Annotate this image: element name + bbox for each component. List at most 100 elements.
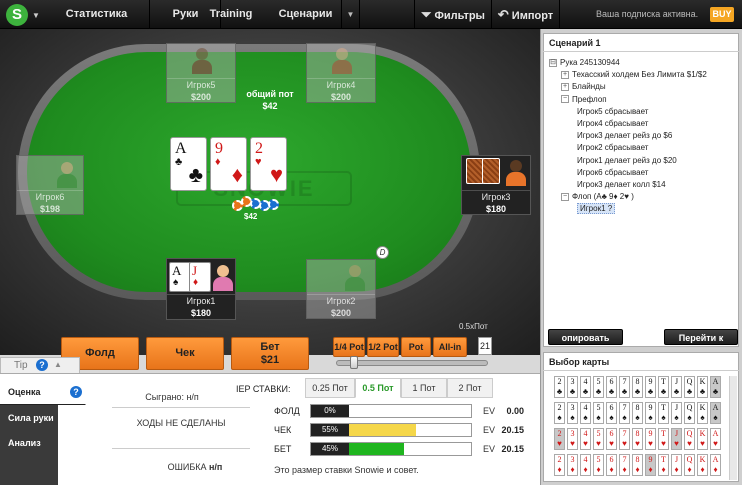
card-picker-cell[interactable]: 5 ♥ — [593, 428, 604, 450]
half-pot-button[interactable]: 1/2 Pot — [367, 337, 399, 357]
card-picker-cell[interactable]: 4 ♣ — [580, 376, 591, 398]
card-picker-cell[interactable]: 2 ♣ — [554, 376, 565, 398]
nav-stats-button[interactable]: Статистика — [44, 0, 150, 29]
card-picker-cell[interactable]: 2 ♦ — [554, 454, 565, 476]
tip-help-icon[interactable]: ? — [36, 359, 48, 371]
card-picker-cell[interactable]: A ♣ — [710, 376, 721, 398]
card-picker-cell[interactable]: T ♠ — [658, 402, 669, 424]
tree-node[interactable]: Игрок2 сбрасывает — [573, 142, 648, 154]
card-picker-cell[interactable]: K ♥ — [697, 428, 708, 450]
tree-expand-toggle-icon[interactable]: − — [561, 95, 569, 104]
tree-node[interactable]: + Техасский холдем Без Лимита $1/$2 — [561, 69, 707, 81]
card-picker-cell[interactable]: J ♠ — [671, 402, 682, 424]
tree-node[interactable]: ⊟ Рука 245130944 — [549, 57, 620, 69]
card-picker-cell[interactable]: K ♠ — [697, 402, 708, 424]
seat-player6[interactable]: Игрок6 $198 — [16, 155, 84, 215]
card-picker-cell[interactable]: K ♣ — [697, 376, 708, 398]
tree-node[interactable]: Игрок6 сбрасывает — [573, 167, 648, 179]
card-picker-cell[interactable]: 6 ♠ — [606, 402, 617, 424]
card-picker-cell[interactable]: 2 ♠ — [554, 402, 565, 424]
card-picker-cell[interactable]: A ♥ — [710, 428, 721, 450]
stake-tab-0.5[interactable]: 0.5 Пот — [355, 378, 401, 398]
card-picker-cell[interactable]: 5 ♣ — [593, 376, 604, 398]
stake-tab-0.25[interactable]: 0.25 Пот — [305, 378, 355, 398]
card-picker-cell[interactable]: 8 ♥ — [632, 428, 643, 450]
stake-tab-2[interactable]: 2 Пот — [447, 378, 493, 398]
buy-button[interactable]: BUY — [710, 7, 734, 22]
quarter-pot-button[interactable]: 1/4 Pot — [333, 337, 365, 357]
tip-collapse-caret-icon[interactable]: ▲ — [54, 360, 62, 369]
card-picker-cell[interactable]: 8 ♦ — [632, 454, 643, 476]
card-picker-cell[interactable]: 6 ♥ — [606, 428, 617, 450]
card-picker-cell[interactable]: 9 ♣ — [645, 376, 656, 398]
nav-training-button[interactable]: Training — [196, 0, 266, 29]
bet-amount-input[interactable]: 21 — [478, 337, 492, 355]
card-picker-cell[interactable]: 3 ♣ — [567, 376, 578, 398]
card-picker-cell[interactable]: 3 ♥ — [567, 428, 578, 450]
card-picker-cell[interactable]: J ♦ — [671, 454, 682, 476]
go-to-hands-button[interactable]: Перейти к рукам — [664, 329, 738, 359]
tree-node[interactable]: − Флоп (A♣ 9♦ 2♥ ) — [561, 191, 634, 203]
seat-player3[interactable]: Игрок3 $180 — [461, 155, 531, 215]
card-picker-cell[interactable]: A ♦ — [710, 454, 721, 476]
check-button[interactable]: Чек — [146, 337, 224, 370]
card-picker-cell[interactable]: 5 ♠ — [593, 402, 604, 424]
seat-player1-hero[interactable]: A ♠ J ♦ Игрок1 $180 — [166, 258, 236, 320]
card-picker-cell[interactable]: 3 ♦ — [567, 454, 578, 476]
card-picker-cell[interactable]: 7 ♥ — [619, 428, 630, 450]
card-picker-cell[interactable]: K ♦ — [697, 454, 708, 476]
tree-node[interactable]: − Префлоп — [561, 94, 607, 106]
filters-button[interactable]: ⏷ Фильтры — [414, 0, 492, 29]
tree-node[interactable]: Игрок1 ? — [573, 203, 616, 215]
bet-button[interactable]: Бет $21 — [231, 337, 309, 370]
tree-node[interactable]: Игрок3 делает колл $14 — [573, 179, 666, 191]
card-picker-cell[interactable]: J ♥ — [671, 428, 682, 450]
card-picker-cell[interactable]: 7 ♣ — [619, 376, 630, 398]
rating-help-icon[interactable]: ? — [70, 386, 82, 398]
card-picker-cell[interactable]: 4 ♦ — [580, 454, 591, 476]
card-picker-cell[interactable]: Q ♠ — [684, 402, 695, 424]
card-picker-cell[interactable]: 9 ♠ — [645, 402, 656, 424]
card-picker-cell[interactable]: 5 ♦ — [593, 454, 604, 476]
tree-node[interactable]: Игрок4 сбрасывает — [573, 118, 648, 130]
card-picker-cell[interactable]: 6 ♦ — [606, 454, 617, 476]
card-picker-cell[interactable]: A ♠ — [710, 402, 721, 424]
copy-scenario-button[interactable]: опировать сценари — [548, 329, 623, 359]
pot-button[interactable]: Pot — [401, 337, 431, 357]
bet-size-slider-handle[interactable] — [350, 356, 359, 369]
card-picker-cell[interactable]: J ♣ — [671, 376, 682, 398]
tree-expand-toggle-icon[interactable]: + — [561, 71, 569, 80]
card-picker-cell[interactable]: 4 ♥ — [580, 428, 591, 450]
card-picker-cell[interactable]: 6 ♣ — [606, 376, 617, 398]
tree-node[interactable]: Игрок5 сбрасывает — [573, 106, 648, 118]
card-picker-cell[interactable]: Q ♦ — [684, 454, 695, 476]
seat-player5[interactable]: Игрок5 $200 — [166, 43, 236, 103]
seat-player4[interactable]: Игрок4 $200 — [306, 43, 376, 103]
scenarios-dropdown-caret-icon[interactable]: ▼ — [342, 0, 360, 29]
import-button[interactable]: ↶ Импорт — [492, 0, 560, 29]
tree-node[interactable]: Игрок3 делает рейз до $6 — [573, 130, 672, 142]
card-picker-cell[interactable]: 9 ♥ — [645, 428, 656, 450]
seat-player2[interactable]: Игрок2 $200 — [306, 259, 376, 319]
tab-game-analysis[interactable]: Анализ игры — [0, 430, 58, 474]
nav-scenarios-button[interactable]: Сценарии — [270, 0, 342, 29]
card-picker-cell[interactable]: 4 ♠ — [580, 402, 591, 424]
card-picker-cell[interactable]: Q ♣ — [684, 376, 695, 398]
card-picker-cell[interactable]: T ♥ — [658, 428, 669, 450]
card-picker-cell[interactable]: T ♣ — [658, 376, 669, 398]
allin-button[interactable]: All-in — [433, 337, 467, 357]
card-picker-cell[interactable]: 8 ♣ — [632, 376, 643, 398]
card-picker-cell[interactable]: T ♦ — [658, 454, 669, 476]
card-picker-cell[interactable]: 9 ♦ — [645, 454, 656, 476]
card-picker-cell[interactable]: Q ♥ — [684, 428, 695, 450]
card-picker-scrollbar[interactable] — [729, 376, 737, 480]
tab-hand-strength[interactable]: Сила руки — [0, 405, 58, 431]
stake-tab-1[interactable]: 1 Пот — [401, 378, 447, 398]
snowie-logo[interactable]: S — [6, 4, 28, 26]
bet-size-slider[interactable] — [336, 360, 488, 366]
card-picker-cell[interactable]: 2 ♥ — [554, 428, 565, 450]
card-picker-cell[interactable]: 3 ♠ — [567, 402, 578, 424]
tree-expand-toggle-icon[interactable]: − — [561, 193, 569, 202]
logo-menu-caret-icon[interactable]: ▼ — [32, 11, 40, 20]
card-picker-cell[interactable]: 7 ♠ — [619, 402, 630, 424]
